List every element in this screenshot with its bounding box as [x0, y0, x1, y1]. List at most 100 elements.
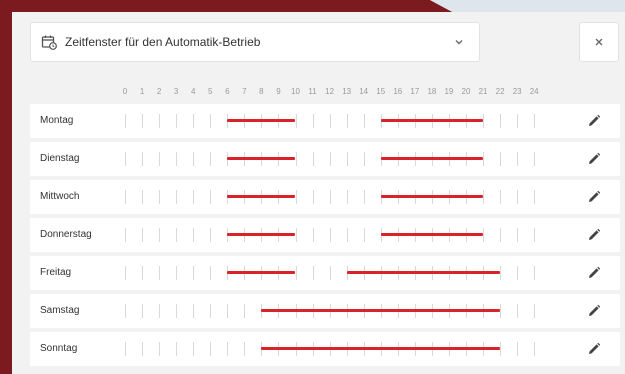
hour-tick — [227, 342, 229, 356]
time-window-bar — [227, 157, 296, 160]
hour-tick — [517, 304, 519, 318]
edit-button[interactable] — [586, 113, 602, 129]
hour-label: 0 — [122, 87, 128, 96]
title-dropdown[interactable]: Zeitfenster für den Automatik-Betrieb — [30, 22, 480, 62]
hour-tick — [142, 114, 144, 128]
hour-tick — [193, 228, 195, 242]
hour-tick — [500, 266, 502, 280]
hour-label: 22 — [495, 87, 505, 96]
time-window-bar — [380, 119, 484, 122]
hour-label: 6 — [225, 87, 230, 96]
hour-label: 5 — [208, 87, 213, 96]
hour-tick — [210, 190, 212, 204]
close-icon — [593, 36, 605, 48]
hour-tick — [210, 152, 212, 166]
hour-scale: 0 1 2 3 4 5 6 7 8 9 10 11 12 13 14 15 16 17 18 19 20 21 22 23 24 — [122, 87, 582, 99]
hour-tick — [329, 228, 331, 242]
hour-tick — [346, 152, 348, 166]
schedule-row: Freitag — [30, 256, 620, 290]
hour-tick — [312, 228, 314, 242]
schedule-dialog: Zeitfenster für den Automatik-Betrieb 0 1… — [12, 12, 625, 374]
hour-tick — [483, 228, 485, 242]
hour-label: 20 — [461, 87, 471, 96]
time-window-bar — [227, 119, 296, 122]
hour-tick — [159, 114, 161, 128]
hour-tick — [142, 228, 144, 242]
hour-tick — [500, 228, 502, 242]
hour-tick — [483, 152, 485, 166]
time-window-bar — [227, 233, 296, 236]
hour-tick — [159, 228, 161, 242]
hour-grid — [30, 218, 620, 252]
hour-label: 15 — [376, 87, 386, 96]
edit-button[interactable] — [586, 227, 602, 243]
hour-tick — [363, 228, 365, 242]
hour-label: 10 — [291, 87, 300, 96]
chevron-down-icon[interactable] — [453, 36, 465, 48]
schedule-row: Donnerstag — [30, 218, 620, 252]
hour-tick — [534, 190, 536, 204]
time-window-bar — [346, 271, 501, 274]
hour-tick — [210, 114, 212, 128]
hour-tick — [210, 304, 212, 318]
hour-tick — [534, 114, 536, 128]
hour-label: 12 — [325, 87, 335, 96]
hour-tick — [193, 266, 195, 280]
edit-button[interactable] — [586, 341, 602, 357]
hour-tick — [534, 304, 536, 318]
hour-tick — [125, 228, 126, 242]
edit-button[interactable] — [586, 265, 602, 281]
pencil-icon — [586, 189, 602, 205]
hour-tick — [534, 266, 536, 280]
time-window-bar — [261, 347, 501, 350]
hour-tick — [176, 152, 178, 166]
hour-tick — [193, 190, 195, 204]
hour-tick — [500, 304, 502, 318]
pencil-icon — [586, 151, 602, 167]
hour-tick — [500, 342, 502, 356]
hour-label: 13 — [342, 87, 352, 96]
hour-tick — [142, 304, 144, 318]
time-window-bar — [380, 195, 484, 198]
hour-tick — [227, 304, 229, 318]
hour-tick — [534, 342, 536, 356]
hour-tick — [363, 190, 365, 204]
schedule-row: Dienstag — [30, 142, 620, 176]
hour-tick — [534, 152, 536, 166]
hour-tick — [329, 114, 331, 128]
time-window-bar — [261, 309, 501, 312]
hour-tick — [210, 342, 212, 356]
hour-tick — [142, 342, 144, 356]
hour-tick — [312, 266, 314, 280]
hour-tick — [295, 114, 297, 128]
calendar-clock-icon — [41, 34, 57, 50]
hour-tick — [142, 266, 144, 280]
hour-tick — [176, 266, 178, 280]
hour-grid — [30, 104, 620, 138]
hour-tick — [193, 114, 195, 128]
schedule-row: Sonntag — [30, 332, 620, 366]
hour-tick — [159, 342, 161, 356]
edit-button[interactable] — [586, 303, 602, 319]
hour-tick — [500, 114, 502, 128]
dialog-title: Zeitfenster für den Automatik-Betrieb — [65, 35, 261, 49]
hour-tick — [159, 190, 161, 204]
pencil-icon — [586, 113, 602, 129]
hour-label: 17 — [410, 87, 420, 96]
hour-tick — [125, 152, 126, 166]
hour-tick — [159, 152, 161, 166]
hour-label: 7 — [242, 87, 247, 96]
hour-tick — [312, 114, 314, 128]
close-button[interactable] — [579, 22, 619, 62]
edit-button[interactable] — [586, 189, 602, 205]
pencil-icon — [586, 303, 602, 319]
hour-label: 9 — [276, 87, 281, 96]
hour-tick — [517, 342, 519, 356]
pencil-icon — [586, 341, 602, 357]
hour-tick — [329, 152, 331, 166]
edit-button[interactable] — [586, 151, 602, 167]
hour-tick — [295, 190, 297, 204]
schedule-row: Mittwoch — [30, 180, 620, 214]
hour-tick — [517, 228, 519, 242]
hour-tick — [500, 190, 502, 204]
